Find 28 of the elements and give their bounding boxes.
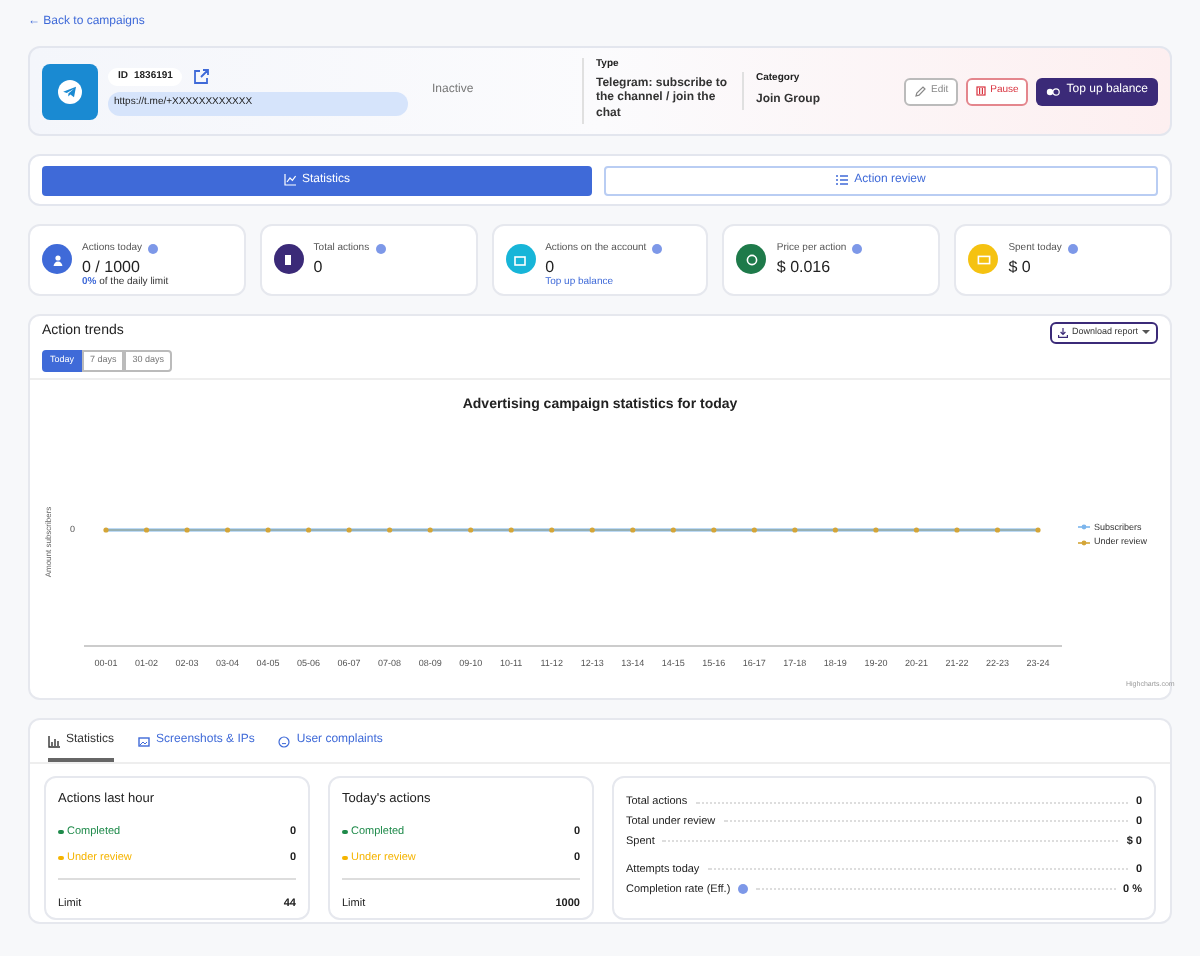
coins-icon — [1046, 85, 1061, 97]
stat-glyph-icon — [743, 251, 760, 267]
caret-icon — [1142, 330, 1150, 336]
line-chart-icon — [283, 174, 296, 186]
help-icon[interactable] — [652, 244, 663, 255]
face-icon — [278, 735, 291, 747]
stat-glyph-icon — [280, 251, 297, 267]
download-icon — [1057, 328, 1068, 338]
help-icon[interactable] — [375, 244, 386, 255]
bar-chart-icon — [48, 735, 60, 747]
help-icon[interactable] — [148, 244, 159, 255]
list-icon — [836, 174, 849, 186]
stat-value: $ 0.016 — [776, 257, 833, 277]
stat-glyph-icon — [49, 251, 65, 267]
pause-icon — [976, 86, 987, 96]
stat-glyph-icon — [975, 251, 992, 267]
image-icon — [138, 735, 151, 747]
stat-value: 0 — [545, 257, 557, 277]
stat-value: 0 / 1000 — [82, 257, 142, 276]
help-icon[interactable] — [852, 244, 863, 255]
help-icon[interactable] — [1067, 244, 1078, 255]
external-link-icon — [192, 67, 211, 86]
stat-glyph-icon — [512, 251, 529, 267]
stat-value: $ 0 — [1008, 257, 1033, 277]
paper-plane-icon — [58, 79, 82, 103]
help-icon[interactable] — [738, 884, 749, 895]
stat-value: 0 — [313, 257, 325, 277]
pencil-icon — [914, 85, 927, 97]
